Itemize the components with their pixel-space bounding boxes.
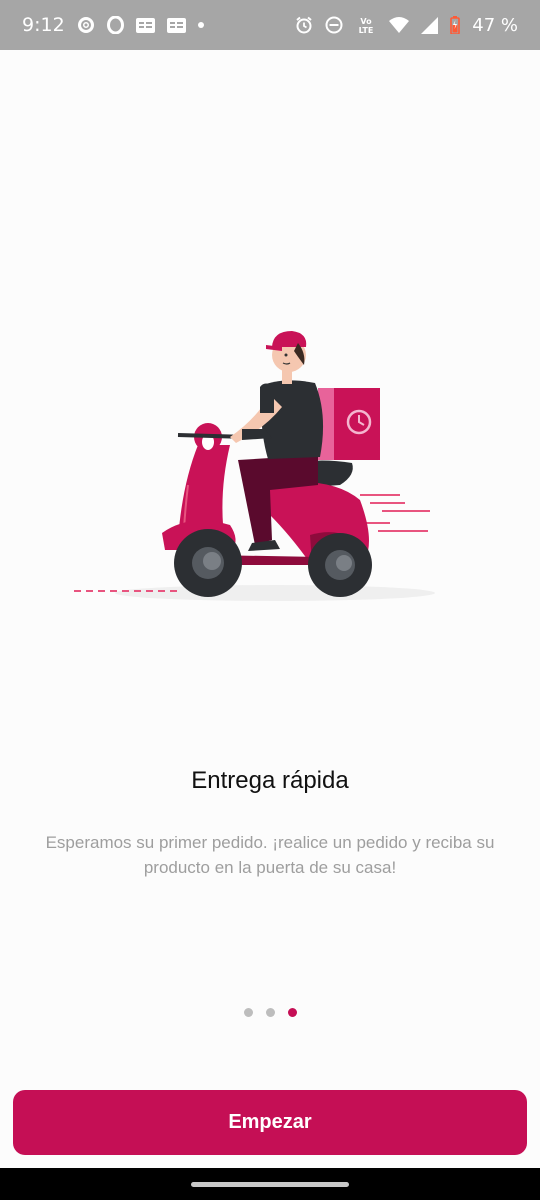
alarm-icon bbox=[295, 16, 313, 34]
settings-app-icon bbox=[77, 16, 95, 34]
volte-icon: Vo LTE bbox=[355, 16, 377, 34]
status-bar-right: Vo LTE 47 % bbox=[295, 15, 518, 36]
ge-icon bbox=[135, 17, 155, 33]
page-dot-2[interactable] bbox=[265, 1008, 275, 1017]
page-dot-3-active[interactable] bbox=[287, 1008, 297, 1017]
navigation-bar bbox=[0, 1168, 540, 1200]
opera-icon bbox=[106, 16, 124, 34]
start-button[interactable]: Empezar bbox=[13, 1090, 527, 1155]
wifi-icon bbox=[389, 17, 410, 33]
svg-text:LTE: LTE bbox=[359, 26, 374, 34]
home-gesture-handle[interactable] bbox=[191, 1182, 349, 1187]
delivery-scooter-illustration bbox=[60, 325, 460, 625]
onboarding-screen: Entrega rápida Esperamos su primer pedid… bbox=[0, 50, 540, 1168]
dnd-icon bbox=[325, 16, 343, 34]
svg-text:Vo: Vo bbox=[361, 17, 373, 26]
status-bar: 9:12 Vo LTE 47 % bbox=[0, 0, 540, 50]
signal-icon bbox=[421, 16, 439, 34]
dot-icon bbox=[197, 22, 204, 28]
status-time: 9:12 bbox=[22, 14, 65, 36]
battery-icon bbox=[450, 16, 461, 34]
onboarding-title: Entrega rápida bbox=[191, 767, 349, 794]
page-dot-1[interactable] bbox=[243, 1008, 253, 1017]
ge-icon bbox=[166, 17, 186, 33]
battery-percentage: 47 % bbox=[472, 14, 518, 36]
status-bar-left: 9:12 bbox=[22, 14, 204, 36]
onboarding-description: Esperamos su primer pedido. ¡realice un … bbox=[45, 833, 495, 877]
page-indicator bbox=[0, 1008, 540, 1017]
